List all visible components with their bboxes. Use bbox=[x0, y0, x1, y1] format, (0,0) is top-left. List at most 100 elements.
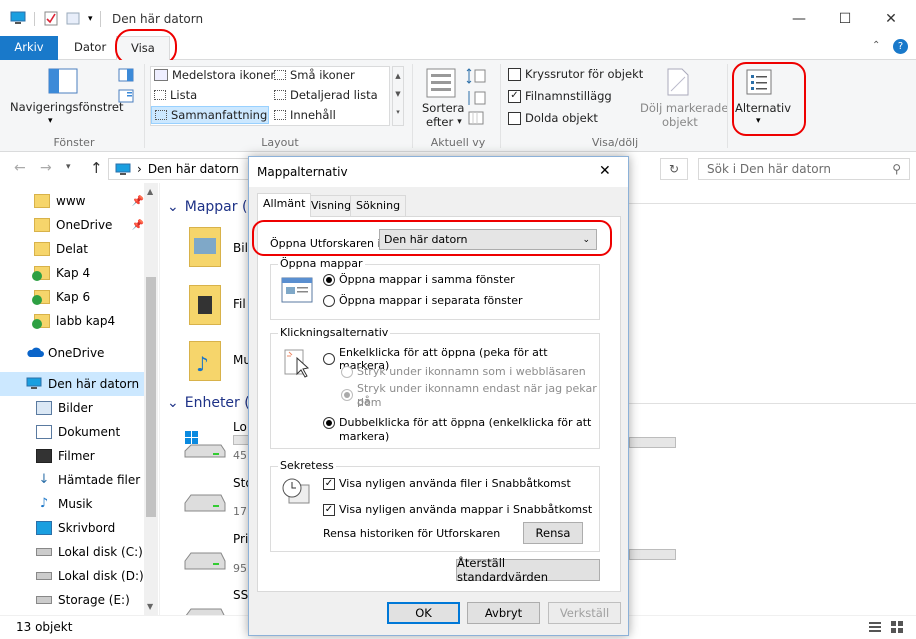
cancel-button[interactable]: Avbryt bbox=[467, 602, 540, 624]
radio-icon bbox=[323, 353, 335, 365]
folders-group-header[interactable]: ⌄ Mappar (6 bbox=[167, 199, 256, 215]
windows-drive-icon[interactable] bbox=[183, 431, 226, 458]
tab-sokning[interactable]: Sökning bbox=[350, 195, 407, 216]
nav-bilder[interactable]: Bilder bbox=[0, 396, 144, 420]
hide-selected-icon[interactable] bbox=[666, 68, 690, 96]
properties-icon[interactable] bbox=[44, 11, 58, 26]
address-path: Den här datorn bbox=[147, 162, 239, 176]
tab-dator[interactable]: Dator bbox=[60, 36, 120, 60]
folder-name[interactable]: Fil bbox=[233, 297, 246, 311]
layout-scroll[interactable]: ▲ ▼ ▾ bbox=[392, 66, 404, 126]
radio-double-click[interactable]: Dubbelklicka för att öppna (enkelklicka … bbox=[323, 416, 591, 429]
devices-group-header[interactable]: ⌄ Enheter (7 bbox=[167, 395, 259, 411]
nav-storage-e[interactable]: Storage (E:) bbox=[0, 588, 144, 612]
checkbox-checked-icon: ✓ bbox=[323, 477, 335, 490]
layout-small-icons[interactable]: Små ikoner bbox=[274, 68, 355, 82]
nav-skrivbord[interactable]: Skrivbord bbox=[0, 516, 144, 540]
drive-icon[interactable] bbox=[183, 491, 227, 513]
drive-icon bbox=[36, 572, 52, 580]
clear-history-button[interactable]: Rensa bbox=[523, 522, 583, 544]
size-columns-icon[interactable] bbox=[466, 110, 486, 126]
navigation-pane-icon[interactable] bbox=[48, 68, 78, 94]
nav-scrollbar[interactable]: ▲ ▼ bbox=[144, 183, 158, 615]
item-count: 13 objekt bbox=[16, 620, 73, 634]
preview-pane-icon[interactable] bbox=[118, 68, 134, 82]
customize-toolbar-icon[interactable]: ▾ bbox=[88, 14, 93, 24]
hidden-items-toggle[interactable]: Dolda objekt bbox=[508, 111, 598, 125]
dialog-close-button[interactable]: ✕ bbox=[599, 163, 611, 179]
details-view-icon[interactable] bbox=[868, 620, 882, 634]
sort-by-icon[interactable] bbox=[426, 68, 456, 98]
nav-quick-delat[interactable]: Delat bbox=[0, 237, 144, 261]
chevron-up-icon[interactable]: ⌃ bbox=[872, 40, 880, 51]
ok-button[interactable]: OK bbox=[387, 602, 460, 624]
up-arrow-icon[interactable]: ↑ bbox=[90, 159, 103, 177]
layout-tiles-selected[interactable]: Sammanfattning bbox=[151, 106, 269, 124]
radio-underline-point-line2: dem bbox=[357, 396, 382, 409]
radio-underline-browser[interactable]: Stryk under ikonnamn som i webbläsaren bbox=[341, 365, 586, 378]
layout-details[interactable]: Detaljerad lista bbox=[274, 88, 378, 102]
device-name[interactable]: Pri bbox=[233, 532, 248, 546]
radio-same-window[interactable]: Öppna mappar i samma fönster bbox=[323, 273, 515, 286]
checkbox-recent-folders[interactable]: ✓ Visa nyligen använda mappar i Snabbåtko… bbox=[323, 503, 592, 516]
layout-medium-icons[interactable]: Medelstora ikoner bbox=[154, 68, 275, 82]
layout-list[interactable]: Lista bbox=[154, 88, 197, 102]
nav-this-pc[interactable]: Den här datorn bbox=[0, 372, 144, 396]
checkbox-recent-files[interactable]: ✓ Visa nyligen använda filer i Snabbåtkom… bbox=[323, 477, 571, 490]
group-label-layout: Layout bbox=[261, 136, 299, 149]
tab-arkiv[interactable]: Arkiv bbox=[0, 36, 58, 60]
sort-by-button[interactable]: Sortera bbox=[422, 101, 464, 115]
restore-defaults-button[interactable]: Återställ standardvärden bbox=[456, 556, 600, 584]
navigation-pane-button[interactable]: Navigeringsfönstret bbox=[10, 100, 123, 114]
new-folder-icon[interactable] bbox=[66, 11, 80, 25]
sort-by-button-line2[interactable]: efter ▾ bbox=[426, 115, 462, 129]
nav-hamtade-filer[interactable]: ↓ Hämtade filer bbox=[0, 468, 144, 492]
nav-quick-www[interactable]: www 📌 bbox=[0, 189, 144, 213]
item-checkboxes-toggle[interactable]: Kryssrutor för objekt bbox=[508, 67, 643, 81]
nav-dokument[interactable]: Dokument bbox=[0, 420, 144, 444]
folder-name[interactable]: Bil bbox=[233, 241, 248, 255]
forward-arrow-icon[interactable]: → bbox=[40, 160, 52, 176]
nav-quick-labb-kap4[interactable]: labb kap4 bbox=[0, 309, 144, 333]
drive-icon[interactable] bbox=[183, 549, 227, 571]
hide-selected-button[interactable]: Dölj markerade bbox=[640, 101, 728, 115]
add-columns-icon[interactable] bbox=[466, 90, 492, 106]
close-button[interactable]: ✕ bbox=[868, 0, 914, 38]
file-extensions-toggle[interactable]: ✓ Filnamnstillägg bbox=[508, 89, 612, 103]
nav-disk-d[interactable]: Lokal disk (D:) bbox=[0, 564, 144, 588]
maximize-button[interactable]: ☐ bbox=[822, 0, 868, 38]
group-label-fonster: Fönster bbox=[53, 136, 95, 149]
recent-locations-icon[interactable]: ▾ bbox=[66, 162, 71, 172]
details-pane-icon[interactable] bbox=[118, 89, 134, 103]
radio-separate-window[interactable]: Öppna mappar i separata fönster bbox=[323, 294, 523, 307]
apply-button[interactable]: Verkställ bbox=[548, 602, 621, 624]
group-by-icon[interactable] bbox=[466, 68, 492, 84]
nav-quick-kap6[interactable]: Kap 6 bbox=[0, 285, 144, 309]
nav-onedrive[interactable]: OneDrive bbox=[0, 341, 144, 365]
chevron-down-icon: ⌄ bbox=[167, 395, 179, 411]
computer-icon[interactable] bbox=[10, 11, 26, 25]
device-name[interactable]: Lo bbox=[233, 420, 247, 434]
checkbox-icon bbox=[508, 111, 521, 125]
computer-icon bbox=[115, 163, 131, 176]
nav-musik[interactable]: ♪ Musik bbox=[0, 492, 144, 516]
large-icons-view-icon[interactable] bbox=[890, 620, 904, 634]
chevron-down-icon[interactable]: ▾ bbox=[48, 116, 53, 126]
nav-disk-c[interactable]: Lokal disk (C:) bbox=[0, 540, 144, 564]
minimize-button[interactable]: — bbox=[776, 0, 822, 38]
refresh-button[interactable]: ↻ bbox=[660, 158, 688, 180]
help-icon[interactable]: ? bbox=[893, 39, 908, 54]
folder-pictures-icon[interactable] bbox=[189, 227, 221, 267]
search-input[interactable]: Sök i Den här datorn ⚲ bbox=[698, 158, 910, 180]
folder-music-icon[interactable]: ♪ bbox=[189, 341, 221, 381]
nav-quick-onedrive[interactable]: OneDrive 📌 bbox=[0, 213, 144, 237]
folder-videos-icon[interactable] bbox=[189, 285, 221, 325]
pointer-icon bbox=[283, 346, 311, 380]
tab-allmant[interactable]: Allmänt bbox=[257, 193, 312, 217]
back-arrow-icon[interactable]: ← bbox=[14, 160, 26, 176]
documents-icon bbox=[36, 425, 52, 439]
address-bar[interactable]: › Den här datorn bbox=[108, 158, 250, 180]
nav-filmer[interactable]: Filmer bbox=[0, 444, 144, 468]
layout-content[interactable]: Innehåll bbox=[274, 108, 336, 122]
nav-quick-kap4[interactable]: Kap 4 bbox=[0, 261, 144, 285]
